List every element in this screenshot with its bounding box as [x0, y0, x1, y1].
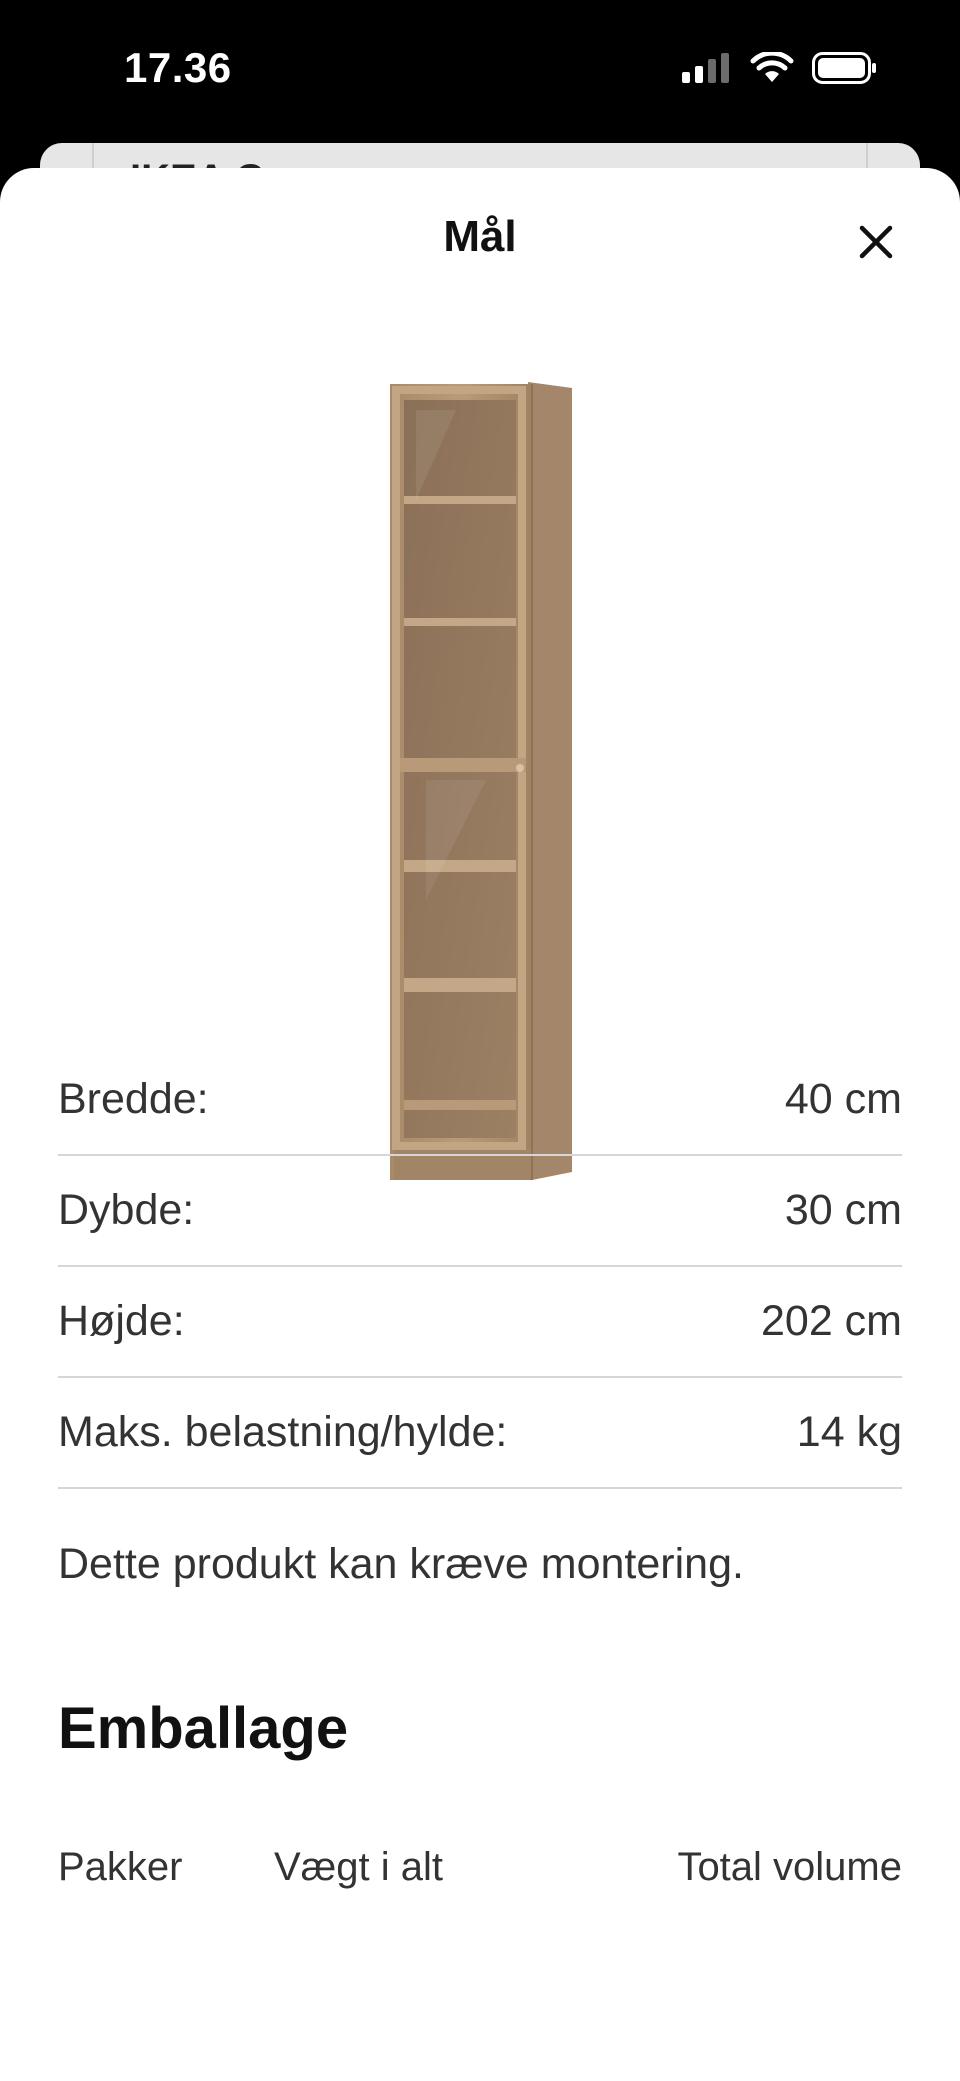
dimension-row-height: Højde: 202 cm — [58, 1267, 902, 1378]
dimension-label: Maks. belastning/hylde: — [58, 1408, 508, 1456]
dimension-value: 14 kg — [796, 1408, 902, 1456]
close-button[interactable] — [844, 210, 908, 274]
dimension-label: Dybde: — [58, 1186, 195, 1234]
status-time: 17.36 — [124, 44, 232, 91]
modal-title: Mål — [443, 212, 517, 261]
dimension-value: 40 cm — [784, 1075, 902, 1123]
dimension-row-max-load: Maks. belastning/hylde: 14 kg — [58, 1378, 902, 1489]
status-icons — [682, 52, 878, 84]
dimension-label: Bredde: — [58, 1075, 209, 1123]
dimension-row-depth: Dybde: 30 cm — [58, 1156, 902, 1267]
dimension-value: 202 cm — [760, 1297, 902, 1345]
close-icon — [859, 225, 893, 259]
dimensions-list: Bredde: 40 cm Dybde: 30 cm Højde: 202 cm… — [58, 1045, 902, 1489]
signal-icon — [682, 53, 729, 83]
status-bar: 17.36 — [0, 0, 960, 140]
packaging-heading: Emballage — [58, 1696, 349, 1761]
dimension-value: 30 cm — [784, 1186, 902, 1234]
packaging-column-header: Vægt i alt — [274, 1845, 443, 1889]
wifi-icon — [750, 52, 794, 82]
dimension-label: Højde: — [58, 1297, 185, 1345]
packaging-column-header: Pakker — [58, 1845, 183, 1889]
dimension-row-width: Bredde: 40 cm — [58, 1045, 902, 1156]
assembly-note: Dette produkt kan kræve montering. — [58, 1540, 744, 1588]
battery-icon — [812, 52, 876, 84]
packaging-table-header: Pakker Vægt i alt Total volume — [58, 1845, 902, 1905]
packaging-column-header: Total volume — [677, 1845, 902, 1889]
